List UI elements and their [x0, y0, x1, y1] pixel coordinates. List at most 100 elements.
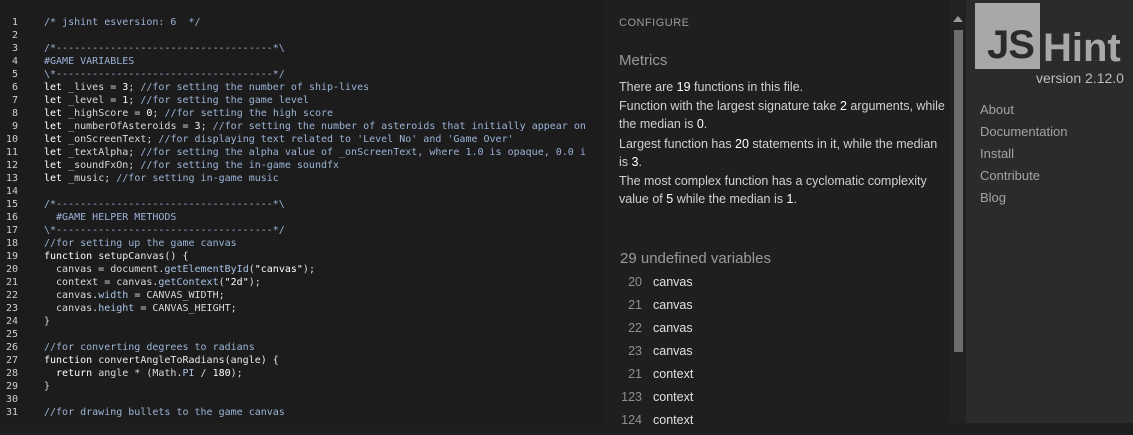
- code-token: \*------------------------------------*/: [44, 69, 285, 80]
- code-token: let: [44, 160, 69, 171]
- code-token: ;: [128, 82, 141, 93]
- code-text: /*------------------------------------*\: [44, 42, 285, 55]
- code-token: width: [98, 290, 129, 301]
- code-token: setupCanvas() {: [98, 251, 189, 262]
- nav-blog[interactable]: Blog: [980, 190, 1006, 205]
- jshint-logo[interactable]: JS Hint: [975, 3, 1125, 70]
- code-token: //for setting the high score: [164, 108, 334, 119]
- line-number: 15: [5, 199, 18, 210]
- code-text: let _textAlpha; //for setting the alpha …: [44, 146, 586, 159]
- undefined-line-number[interactable]: 21: [604, 367, 642, 381]
- code-token: height: [98, 303, 135, 314]
- line-number: 30: [5, 394, 18, 405]
- code-text: function convertAngleToRadians(angle) {: [44, 354, 279, 367]
- code-token: #GAME HELPER METHODS: [44, 212, 177, 223]
- code-token: _music;: [68, 173, 117, 184]
- configure-link[interactable]: CONFIGURE: [619, 17, 690, 29]
- line-number: 4: [11, 56, 18, 67]
- undefined-line-number[interactable]: 23: [604, 344, 642, 358]
- line-number: 9: [11, 121, 18, 132]
- line-number: 14: [5, 186, 18, 197]
- code-text: //for setting up the game canvas: [44, 237, 237, 250]
- code-token: //for converting degrees to radians: [44, 342, 255, 353]
- metric-complexity: The most complex function has a cyclomat…: [619, 174, 927, 206]
- report-scrollbar[interactable]: [950, 0, 966, 423]
- nav-documentation[interactable]: Documentation: [980, 124, 1067, 139]
- code-token: _lives =: [68, 82, 123, 93]
- code-token: let: [44, 134, 69, 145]
- code-token: let: [44, 95, 69, 106]
- sidebar: JS Hint version 2.12.0 About Documentatio…: [966, 0, 1133, 423]
- undefined-variable-row: 23 canvas: [604, 344, 950, 366]
- code-token: ;: [152, 108, 165, 119]
- logo-js-box: JS: [975, 3, 1040, 69]
- code-token: getContext: [158, 277, 219, 288]
- line-number: 26: [5, 342, 18, 353]
- code-text: /* jshint esversion: 6 */: [44, 16, 201, 29]
- code-token: //for drawing bullets to the game canvas: [44, 407, 285, 418]
- code-token: let: [44, 121, 69, 132]
- code-text: \*------------------------------------*/: [44, 224, 285, 237]
- code-text: }: [44, 315, 50, 328]
- line-number: 17: [5, 225, 18, 236]
- code-token: "canvas": [254, 264, 303, 275]
- line-number: 12: [5, 160, 18, 171]
- code-text: let _level = 1; //for setting the game l…: [44, 94, 309, 107]
- code-token: _highScore =: [68, 108, 147, 119]
- code-token: _onScreenText;: [68, 134, 159, 145]
- code-text: let _highScore = 0; //for setting the hi…: [44, 107, 333, 120]
- code-token: \*------------------------------------*/: [44, 225, 285, 236]
- nav-contribute[interactable]: Contribute: [980, 168, 1040, 183]
- code-token: /* jshint esversion: 6 */: [44, 17, 201, 28]
- undefined-line-number[interactable]: 22: [604, 321, 642, 335]
- code-token: ;: [200, 121, 213, 132]
- code-text: let _lives = 3; //for setting the number…: [44, 81, 369, 94]
- undefined-variable-name: context: [653, 367, 694, 381]
- line-number: 29: [5, 381, 18, 392]
- code-token: ;: [128, 95, 141, 106]
- code-token: 180: [212, 368, 231, 379]
- line-number: 16: [5, 212, 18, 223]
- undefined-variable-name: canvas: [653, 275, 693, 289]
- nav-install[interactable]: Install: [980, 146, 1014, 161]
- code-token: return: [44, 368, 99, 379]
- code-token: convertAngleToRadians(angle) {: [98, 355, 279, 366]
- undefined-line-number[interactable]: 123: [604, 390, 642, 404]
- code-token: );: [302, 264, 315, 275]
- code-token: let: [44, 173, 69, 184]
- scroll-up-arrow-icon[interactable]: [953, 16, 963, 22]
- line-number: 2: [11, 30, 18, 41]
- line-number: 24: [5, 316, 18, 327]
- code-text: canvas.width = CANVAS_WIDTH;: [44, 289, 225, 302]
- code-token: //for setting the number of asteroids th…: [212, 121, 586, 132]
- code-token: /: [194, 368, 213, 379]
- undefined-line-number[interactable]: 124: [604, 413, 642, 427]
- scroll-thumb[interactable]: [954, 30, 963, 352]
- code-text: let _music; //for setting in-game music: [44, 172, 279, 185]
- undefined-line-number[interactable]: 20: [604, 275, 642, 289]
- code-token: //for setting the alpha value of _onScre…: [140, 147, 586, 158]
- line-number: 19: [5, 251, 18, 262]
- code-token: );: [230, 368, 243, 379]
- code-token: );: [248, 277, 261, 288]
- undefined-variable-row: 123 context: [604, 390, 950, 412]
- nav-about[interactable]: About: [980, 102, 1014, 117]
- code-text: let _soundFxOn; //for setting the in-gam…: [44, 159, 339, 172]
- code-token: }: [44, 381, 51, 392]
- undefined-variable-row: 21 context: [604, 367, 950, 389]
- metrics-heading: Metrics: [619, 52, 668, 69]
- code-text: /*------------------------------------*\: [44, 198, 285, 211]
- code-text: canvas.height = CANVAS_HEIGHT;: [44, 302, 237, 315]
- code-token: let: [44, 147, 69, 158]
- undefined-variable-name: canvas: [653, 321, 693, 335]
- line-number: 18: [5, 238, 18, 249]
- metric-statements: Largest function has 20 statements in it…: [619, 137, 938, 169]
- code-editor[interactable]: 1/* jshint esversion: 6 */2 3/*----------…: [0, 0, 604, 423]
- code-text: }: [44, 380, 50, 393]
- code-text: #GAME VARIABLES: [44, 55, 134, 68]
- code-token: //for setting the number of ship-lives: [140, 82, 370, 93]
- code-token: _level =: [68, 95, 123, 106]
- undefined-line-number[interactable]: 21: [604, 298, 642, 312]
- line-number: 21: [5, 277, 18, 288]
- line-number: 3: [11, 43, 18, 54]
